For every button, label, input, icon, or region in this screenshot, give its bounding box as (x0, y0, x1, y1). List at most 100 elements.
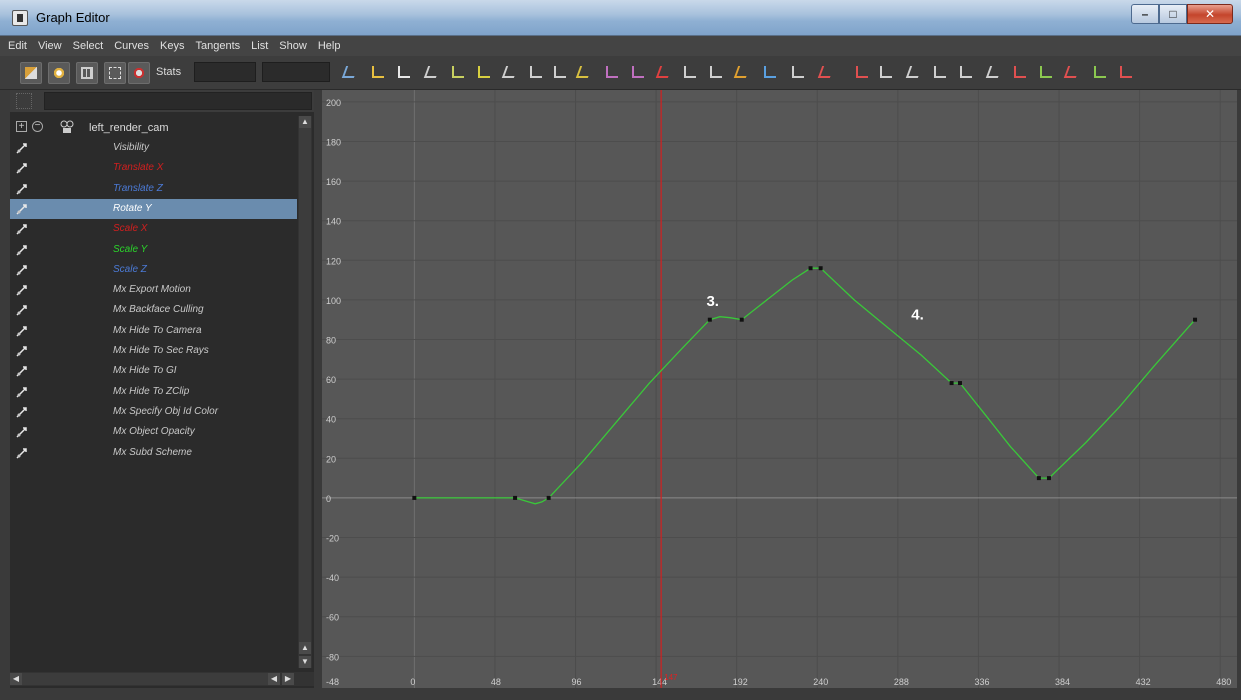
keyframe-point[interactable] (739, 317, 744, 322)
curve-graph[interactable]: 200180160140120100806040200-20-40-60-80-… (322, 90, 1237, 688)
auto-load-icon[interactable] (760, 62, 782, 84)
tree-root-row[interactable]: + − left_render_cam (10, 118, 297, 138)
dope-sheet-icon[interactable] (1062, 62, 1084, 84)
value-snap-icon[interactable] (816, 62, 838, 84)
lattice-deform-icon[interactable] (76, 62, 98, 84)
flat-tangent-icon[interactable] (526, 62, 548, 84)
attribute-row[interactable]: Scale Z (10, 260, 297, 280)
minimize-button[interactable]: – (1131, 4, 1159, 24)
attribute-row[interactable]: Mx Specify Obj Id Color (10, 402, 297, 422)
collapse-icon[interactable]: − (32, 121, 43, 132)
y-tick-label: -20 (326, 534, 339, 544)
keyframe-point[interactable] (1193, 317, 1198, 322)
scroll-up-icon[interactable]: ▲ (299, 116, 311, 128)
keyframe-point[interactable] (707, 317, 712, 322)
cycle-icon[interactable] (956, 62, 978, 84)
insert-key-tool-icon[interactable] (48, 62, 70, 84)
attribute-row[interactable]: Scale Y (10, 240, 297, 260)
linear-tangent-icon[interactable] (500, 62, 522, 84)
keyframe-point[interactable] (949, 381, 954, 386)
menu-help[interactable]: Help (318, 40, 341, 52)
attribute-row[interactable]: Translate X (10, 158, 297, 178)
layer-view-icon[interactable] (1116, 62, 1138, 84)
keyframe-point[interactable] (412, 495, 417, 500)
move-key-tool-icon[interactable] (20, 62, 42, 84)
menu-view[interactable]: View (38, 40, 62, 52)
unify-tangents-icon[interactable] (680, 62, 702, 84)
attribute-row[interactable]: Visibility (10, 138, 297, 158)
frame-all-icon[interactable] (340, 62, 362, 84)
lock-tangent-weight-icon[interactable] (732, 62, 754, 84)
menu-tangents[interactable]: Tangents (196, 40, 241, 52)
scroll-right-icon[interactable]: ▶ (282, 673, 294, 685)
scroll-left-icon-2[interactable]: ◀ (268, 673, 280, 685)
time-snap-icon[interactable] (788, 62, 810, 84)
attribute-row[interactable]: Rotate Y (10, 198, 297, 219)
region-select-icon[interactable] (104, 62, 126, 84)
menu-select[interactable]: Select (73, 40, 104, 52)
cycle-offset-icon[interactable] (984, 62, 1006, 84)
free-tangent-weight-icon[interactable] (706, 62, 728, 84)
scroll-left-icon[interactable]: ◀ (10, 673, 22, 685)
normalize-icon[interactable] (852, 62, 874, 84)
animation-curve-icon (16, 265, 27, 276)
attribute-row[interactable]: Mx Hide To Sec Rays (10, 341, 297, 361)
step-tangent-icon[interactable] (550, 62, 572, 84)
attribute-row[interactable]: Translate Z (10, 179, 297, 199)
keyframe-point[interactable] (1036, 476, 1041, 481)
animation-curve-icon (16, 143, 27, 154)
keyframe-point[interactable] (546, 495, 551, 500)
graph-view[interactable]: 200 180 160 140 120 100 80 60 40 20 0 -20 -40 -60 -80-… (322, 90, 1237, 688)
expand-icon[interactable]: + (16, 121, 27, 132)
denormalize-icon[interactable] (876, 62, 898, 84)
linear-infinity-icon[interactable] (1036, 62, 1058, 84)
filter-icon[interactable] (16, 93, 32, 109)
attribute-row[interactable]: Mx Hide To ZClip (10, 382, 297, 402)
scroll-up-icon-2[interactable]: ▲ (299, 642, 311, 654)
attribute-row[interactable]: Mx Export Motion (10, 280, 297, 300)
x-tick-label: 384 (1055, 677, 1070, 687)
stats-value-1-field[interactable] (194, 62, 256, 82)
menu-edit[interactable]: Edit (8, 40, 27, 52)
horizontal-scroll-track[interactable] (22, 673, 268, 685)
plateau-tangent-icon[interactable] (574, 62, 596, 84)
auto-tangent-icon[interactable] (422, 62, 444, 84)
buffer-snapshot-icon[interactable] (628, 62, 650, 84)
break-tangents-icon[interactable] (654, 62, 676, 84)
close-button[interactable]: ✕ (1187, 4, 1233, 24)
keyframe-point[interactable] (957, 381, 962, 386)
buffer-swap-icon[interactable] (602, 62, 624, 84)
stats-value-2-field[interactable] (262, 62, 330, 82)
menu-curves[interactable]: Curves (114, 40, 149, 52)
spline-tangent-icon[interactable] (448, 62, 470, 84)
oscillate-icon[interactable] (1010, 62, 1032, 84)
attribute-row[interactable]: Mx Backface Culling (10, 300, 297, 320)
attribute-row[interactable]: Mx Subd Scheme (10, 443, 297, 463)
horizontal-scrollbar[interactable]: ◀ ◀ ▶ (10, 672, 314, 686)
retime-tool-icon[interactable] (128, 62, 150, 84)
frame-playback-icon[interactable] (394, 62, 416, 84)
menu-keys[interactable]: Keys (160, 40, 184, 52)
vertical-scrollbar[interactable]: ▲ ▲ ▼ (298, 116, 312, 668)
pre-infinity-icon[interactable] (904, 62, 926, 84)
keyframe-point[interactable] (513, 495, 518, 500)
attribute-row[interactable]: Mx Object Opacity (10, 422, 297, 442)
clamped-tangent-icon[interactable] (474, 62, 496, 84)
scroll-down-icon[interactable]: ▼ (299, 656, 311, 668)
trax-editor-icon[interactable] (1090, 62, 1112, 84)
filter-input[interactable] (44, 92, 312, 110)
keyframe-point[interactable] (808, 266, 813, 271)
frame-selection-icon[interactable] (368, 62, 390, 84)
panel-splitter[interactable] (314, 90, 322, 688)
attribute-row[interactable]: Mx Hide To GI (10, 361, 297, 381)
scroll-track[interactable] (299, 128, 311, 642)
maximize-button[interactable]: □ (1159, 4, 1187, 24)
post-infinity-icon[interactable] (930, 62, 952, 84)
attribute-row[interactable]: Scale X (10, 219, 297, 239)
keyframe-point[interactable] (818, 266, 823, 271)
rotate-y-curve[interactable] (414, 267, 1196, 505)
menu-list[interactable]: List (251, 40, 268, 52)
attribute-row[interactable]: Mx Hide To Camera (10, 321, 297, 341)
keyframe-point[interactable] (1046, 476, 1051, 481)
menu-show[interactable]: Show (279, 40, 307, 52)
